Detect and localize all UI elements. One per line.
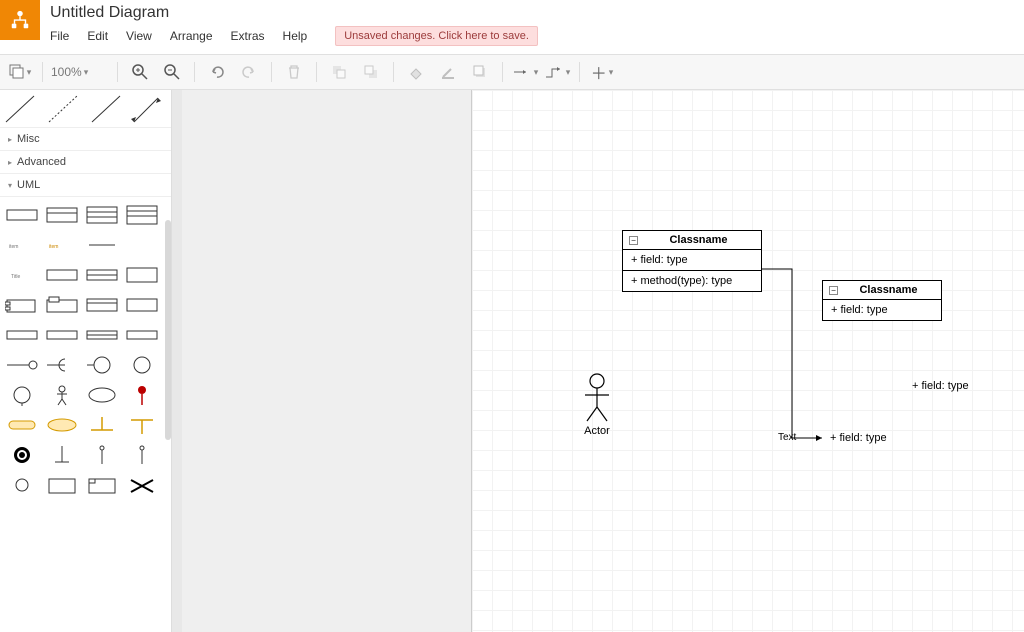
menu-view[interactable]: View: [126, 29, 152, 43]
zoom-in-button[interactable]: [126, 59, 154, 85]
uml-class-1[interactable]: −Classname + field: type + method(type):…: [622, 230, 762, 292]
menu-edit[interactable]: Edit: [87, 29, 108, 43]
palette-shape[interactable]: [124, 323, 160, 347]
menu-bar: File Edit View Arrange Extras Help Unsav…: [50, 26, 538, 46]
sidebar-section-advanced[interactable]: ▸Advanced: [0, 151, 171, 174]
uml-class-field[interactable]: + field: type: [912, 380, 969, 392]
palette-shape[interactable]: [84, 293, 120, 317]
line-shape-thin[interactable]: [86, 90, 129, 127]
line-shape-arrow[interactable]: [128, 90, 171, 127]
palette-shape[interactable]: [4, 383, 40, 407]
palette-shape[interactable]: [44, 413, 80, 437]
palette-shape[interactable]: [44, 473, 80, 497]
palette-shape[interactable]: [84, 233, 120, 257]
palette-shape[interactable]: [84, 473, 120, 497]
palette-actor-shape[interactable]: [44, 383, 80, 407]
palette-shape[interactable]: [84, 383, 120, 407]
uml-class-2[interactable]: −Classname + field: type: [822, 280, 942, 321]
canvas-offscreen-area: [182, 90, 472, 632]
palette-shape[interactable]: [124, 443, 160, 467]
palette-shape[interactable]: [124, 353, 160, 377]
delete-button[interactable]: [280, 59, 308, 85]
palette-shape[interactable]: [84, 353, 120, 377]
sidebar-section-misc[interactable]: ▸Misc: [0, 128, 171, 151]
fill-color-button[interactable]: [402, 59, 430, 85]
uml-actor[interactable]: Actor: [577, 373, 617, 437]
save-warning-button[interactable]: Unsaved changes. Click here to save.: [335, 26, 538, 46]
toolbar: ▾ 100% ▾ ▾ ▾ ＋▾: [0, 54, 1024, 90]
edge-label[interactable]: Text: [778, 432, 796, 443]
palette-shape[interactable]: [44, 443, 80, 467]
palette-shape[interactable]: [84, 203, 120, 227]
palette-shape[interactable]: [44, 203, 80, 227]
uml-class-title: Classname: [842, 284, 935, 296]
line-shape-row: [0, 90, 171, 128]
collapse-icon[interactable]: −: [629, 236, 638, 245]
sidebar-section-uml[interactable]: ▾UML: [0, 174, 171, 197]
palette-shape[interactable]: [124, 293, 160, 317]
svg-text:item: item: [49, 244, 58, 250]
palette-shape[interactable]: [4, 413, 40, 437]
app-logo: [0, 0, 40, 40]
palette-shape[interactable]: [124, 473, 160, 497]
palette-shape[interactable]: [4, 353, 40, 377]
uml-class-method[interactable]: + method(type): type: [623, 270, 761, 291]
palette-shape[interactable]: [124, 233, 160, 257]
shapes-sidebar: ▸Misc ▸Advanced ▾UML item item Title: [0, 90, 172, 632]
line-shape-solid[interactable]: [0, 90, 43, 127]
palette-shape[interactable]: [124, 383, 160, 407]
palette-shape[interactable]: [4, 203, 40, 227]
zoom-out-button[interactable]: [158, 59, 186, 85]
palette-shape[interactable]: [4, 443, 40, 467]
to-front-button[interactable]: [325, 59, 353, 85]
palette-shape[interactable]: [124, 203, 160, 227]
document-title[interactable]: Untitled Diagram: [50, 4, 538, 22]
palette-shape[interactable]: [124, 413, 160, 437]
uml-class-field[interactable]: + field: type: [830, 432, 887, 444]
palette-shape[interactable]: [84, 443, 120, 467]
menu-file[interactable]: File: [50, 29, 69, 43]
menu-arrange[interactable]: Arrange: [170, 29, 213, 43]
palette-shape[interactable]: [84, 263, 120, 287]
palette-shape[interactable]: [44, 323, 80, 347]
svg-text:item: item: [9, 244, 18, 250]
collapse-icon[interactable]: −: [829, 286, 838, 295]
insert-dropdown[interactable]: ＋▾: [588, 59, 616, 85]
palette-shape[interactable]: Title: [4, 263, 40, 287]
uml-class-field[interactable]: + field: type: [623, 250, 761, 270]
zoom-dropdown[interactable]: 100% ▾: [51, 65, 109, 79]
svg-text:Title: Title: [11, 274, 20, 280]
uml-class-field[interactable]: + field: type: [823, 300, 941, 320]
menu-help[interactable]: Help: [283, 29, 308, 43]
palette-shape[interactable]: [4, 473, 40, 497]
diagram-canvas[interactable]: Text −Classname + field: type + method(t…: [472, 90, 1024, 632]
actor-label: Actor: [577, 425, 617, 437]
palette-shape[interactable]: [44, 353, 80, 377]
to-back-button[interactable]: [357, 59, 385, 85]
waypoint-style-dropdown[interactable]: ▾: [543, 59, 571, 85]
shadow-button[interactable]: [466, 59, 494, 85]
palette-shape[interactable]: item: [44, 233, 80, 257]
redo-button[interactable]: [235, 59, 263, 85]
connection-style-dropdown[interactable]: ▾: [511, 59, 539, 85]
menu-extras[interactable]: Extras: [231, 29, 265, 43]
palette-shape[interactable]: [4, 323, 40, 347]
palette-shape[interactable]: [124, 263, 160, 287]
line-color-button[interactable]: [434, 59, 462, 85]
sidebar-splitter[interactable]: [172, 90, 182, 632]
line-shape-dotted[interactable]: [43, 90, 86, 127]
palette-shape[interactable]: [44, 293, 80, 317]
canvas-area[interactable]: Text −Classname + field: type + method(t…: [182, 90, 1024, 632]
palette-shape[interactable]: [84, 323, 120, 347]
palette-shape[interactable]: [84, 413, 120, 437]
uml-palette: item item Title: [0, 197, 171, 503]
palette-shape[interactable]: [44, 263, 80, 287]
uml-class-title: Classname: [642, 234, 755, 246]
palette-shape[interactable]: [4, 293, 40, 317]
palette-shape[interactable]: item: [4, 233, 40, 257]
view-mode-dropdown[interactable]: ▾: [6, 59, 34, 85]
sidebar-scrollbar[interactable]: [165, 220, 171, 440]
undo-button[interactable]: [203, 59, 231, 85]
